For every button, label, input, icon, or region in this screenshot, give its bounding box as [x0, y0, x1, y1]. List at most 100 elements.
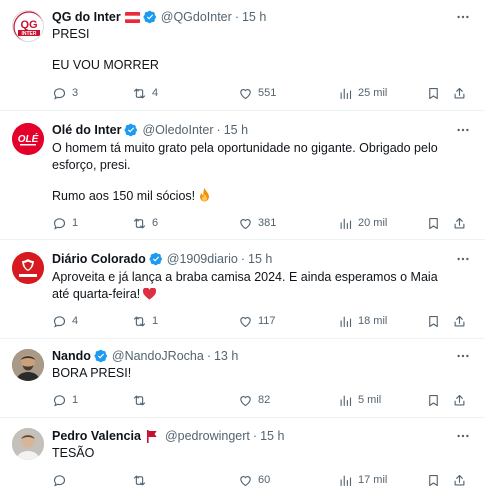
like-button[interactable]: 60: [238, 471, 270, 489]
timestamp[interactable]: 15 h: [242, 8, 266, 26]
verified-badge-icon: [149, 252, 163, 266]
tweet-oledointer[interactable]: OLÉ Olé do Inter @OledoInter · 15 h O ho…: [0, 111, 485, 240]
avatar[interactable]: [12, 349, 44, 381]
views-count: 20 mil: [358, 217, 388, 229]
views-button[interactable]: 17 mil: [338, 471, 387, 489]
tweet-actions: 4 1 117 18 mil: [52, 312, 472, 330]
retweet-button[interactable]: [132, 471, 152, 489]
tweet-header: Pedro Valencia @pedrowingert · 15 h: [52, 427, 284, 445]
views-button[interactable]: 25 mil: [338, 84, 387, 102]
reply-count: 3: [72, 87, 79, 99]
like-button[interactable]: 117: [238, 312, 276, 330]
share-icon: [454, 315, 465, 326]
share-icon: [454, 87, 465, 98]
retweet-button[interactable]: 6: [132, 214, 158, 232]
tweet-line-text: Aproveita e já lança a braba camisa 2024…: [52, 270, 438, 301]
bookmark-icon: [429, 217, 438, 229]
views-button[interactable]: 18 mil: [338, 312, 387, 330]
retweet-button[interactable]: 4: [132, 84, 158, 102]
more-options-icon[interactable]: [455, 122, 471, 138]
reply-button[interactable]: 1: [52, 214, 78, 232]
display-name[interactable]: QG do Inter: [52, 8, 121, 26]
avatar[interactable]: [12, 428, 44, 460]
like-button[interactable]: 381: [238, 214, 276, 232]
svg-text:OLÉ: OLÉ: [18, 132, 39, 145]
tweet-actions: 3 4 551 25 mil: [52, 84, 472, 102]
reply-icon: [53, 474, 66, 487]
timestamp[interactable]: 13 h: [214, 347, 238, 365]
tweet-line: PRESI: [52, 27, 90, 41]
display-name[interactable]: Nando: [52, 347, 91, 365]
views-chart-icon: [340, 218, 352, 229]
handle[interactable]: @pedrowingert: [165, 427, 250, 445]
reply-button[interactable]: 3: [52, 84, 78, 102]
views-button[interactable]: 20 mil: [338, 214, 387, 232]
tweet-qgdointer[interactable]: QG INTER QG do Inter @QGdoInter · 15 h P…: [0, 0, 485, 111]
tweet-actions: 1 82 5 mil: [52, 391, 472, 409]
tweet-pedrowingert[interactable]: Pedro Valencia @pedrowingert · 15 h TESÃ…: [0, 418, 485, 499]
avatar[interactable]: OLÉ: [12, 123, 44, 155]
share-button[interactable]: [452, 471, 467, 489]
display-name[interactable]: Pedro Valencia: [52, 427, 141, 445]
bookmark-button[interactable]: [426, 471, 441, 489]
tweet-actions: 60 17 mil: [52, 471, 472, 489]
separator-dot: ·: [206, 349, 211, 363]
bookmark-button[interactable]: [426, 214, 441, 232]
handle[interactable]: @1909diario: [167, 250, 238, 268]
bookmark-icon: [429, 87, 438, 99]
avatar[interactable]: [12, 252, 44, 284]
bookmark-button[interactable]: [426, 312, 441, 330]
tweet-text: TESÃO: [52, 445, 472, 462]
share-button[interactable]: [452, 214, 467, 232]
tweet-line: EU VOU MORRER: [52, 58, 159, 72]
more-options-icon[interactable]: [455, 348, 471, 364]
share-icon: [454, 217, 465, 228]
like-count: 381: [258, 217, 277, 229]
tweet-actions: 1 6 381 20 mil: [52, 214, 472, 232]
retweet-icon: [133, 475, 146, 485]
display-name[interactable]: Diário Colorado: [52, 250, 146, 268]
reply-button[interactable]: 1: [52, 391, 78, 409]
timestamp[interactable]: 15 h: [224, 121, 248, 139]
reply-button[interactable]: [52, 471, 72, 489]
more-options-icon[interactable]: [455, 251, 471, 267]
views-chart-icon: [340, 475, 352, 486]
like-count: 60: [258, 474, 271, 486]
separator-dot: ·: [240, 252, 246, 266]
display-name[interactable]: Olé do Inter: [52, 121, 121, 139]
share-button[interactable]: [452, 84, 467, 102]
share-button[interactable]: [452, 391, 467, 409]
reply-count: 1: [72, 394, 79, 406]
retweet-icon: [133, 88, 146, 98]
like-count: 82: [258, 394, 271, 406]
heart-icon: [240, 395, 251, 406]
timestamp[interactable]: 15 h: [248, 250, 272, 268]
tweet-1909diario[interactable]: Diário Colorado @1909diario · 15 h Aprov…: [0, 240, 485, 339]
more-options-icon[interactable]: [455, 9, 471, 25]
handle[interactable]: @OledoInter: [142, 121, 213, 139]
retweet-count: 6: [152, 217, 159, 229]
retweet-button[interactable]: [132, 391, 152, 409]
retweet-count: 1: [152, 315, 159, 327]
timestamp[interactable]: 15 h: [260, 427, 284, 445]
austria-flag-icon: [124, 11, 140, 23]
retweet-button[interactable]: 1: [132, 312, 158, 330]
tweet-line: BORA PRESI!: [52, 366, 132, 380]
more-options-icon[interactable]: [455, 428, 471, 444]
reply-button[interactable]: 4: [52, 312, 78, 330]
bookmark-button[interactable]: [426, 391, 441, 409]
avatar[interactable]: QG INTER: [12, 10, 44, 42]
share-button[interactable]: [452, 312, 467, 330]
views-chart-icon: [340, 88, 352, 99]
share-icon: [454, 474, 465, 485]
reply-icon: [53, 87, 66, 100]
reply-icon: [53, 394, 66, 407]
bookmark-button[interactable]: [426, 84, 441, 102]
like-button[interactable]: 551: [238, 84, 276, 102]
like-button[interactable]: 82: [238, 391, 270, 409]
handle[interactable]: @QGdoInter: [161, 8, 232, 26]
handle[interactable]: @NandoJRocha: [112, 347, 204, 365]
tweet-nandojrocha[interactable]: Nando @NandoJRocha · 13 h BORA PRESI! 1: [0, 339, 485, 418]
views-button[interactable]: 5 mil: [338, 391, 381, 409]
tweet-line: O homem tá muito grato pela oportunidade…: [52, 141, 438, 172]
